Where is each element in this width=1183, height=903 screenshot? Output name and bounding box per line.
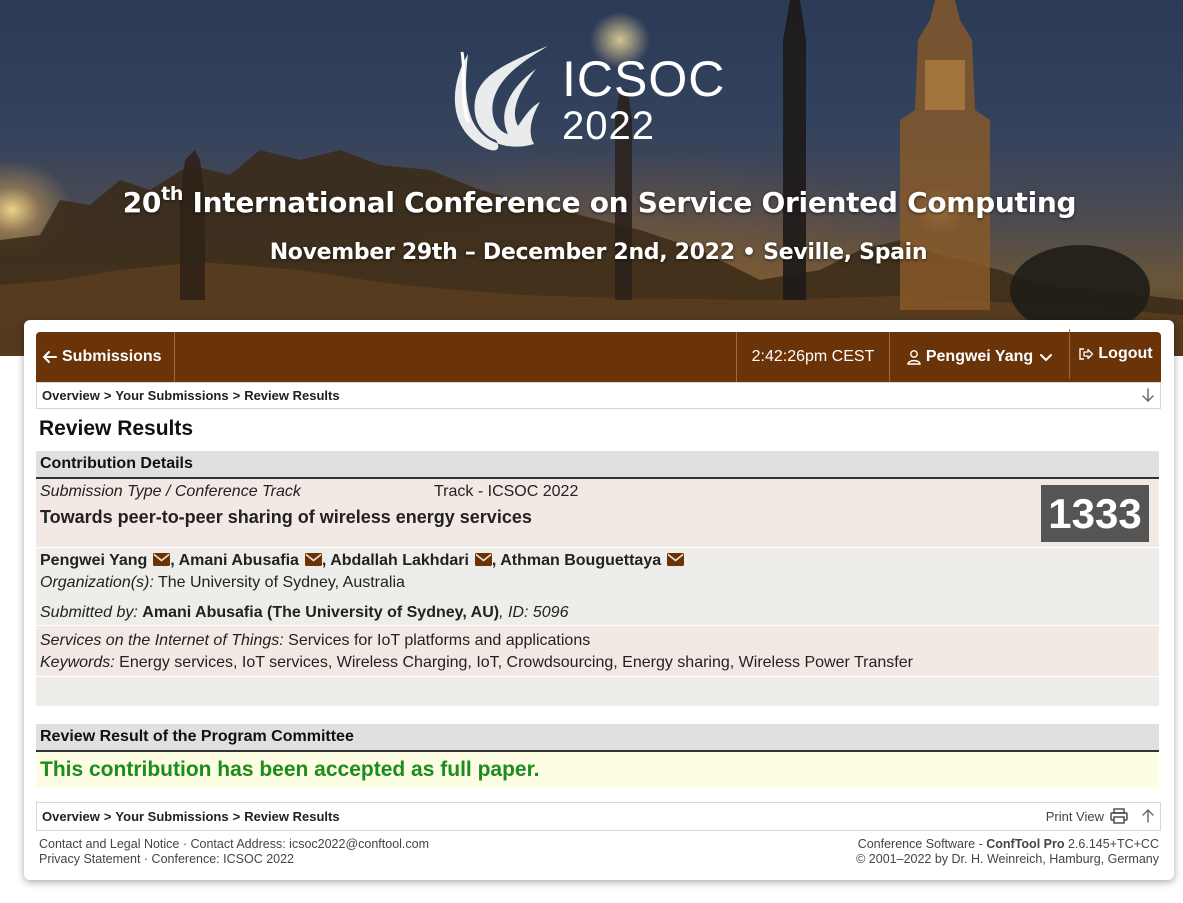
software-line: Conference Software - ConfTool Pro 2.6.1… [856, 837, 1159, 852]
topic-line: Services on the Internet of Things: Serv… [40, 632, 590, 650]
software-link[interactable]: ConfTool Pro [986, 837, 1064, 851]
conference-date-location: November 29th – December 2nd, 2022 • Sev… [269, 240, 928, 265]
arrow-left-icon [43, 351, 57, 363]
arrow-down-icon [1142, 388, 1154, 402]
contact-legal-link[interactable]: Contact and Legal Notice [39, 837, 179, 851]
contribution-details-header: Contribution Details [36, 451, 1159, 479]
footer-right: Conference Software - ConfTool Pro 2.6.1… [856, 837, 1159, 867]
topic-row: Services on the Internet of Things: Serv… [36, 626, 1159, 677]
submitter-id: , ID: 5096 [499, 604, 569, 621]
conference-title: 20th International Conference on Service… [0, 183, 1183, 219]
submission-type-value: Track - ICSOC 2022 [434, 483, 579, 500]
author-name: Pengwei Yang [40, 552, 148, 569]
topic-value: Services for IoT platforms and applicati… [288, 632, 591, 649]
email-icon[interactable] [667, 553, 685, 566]
chevron-down-icon [1040, 354, 1053, 362]
print-view-link[interactable]: Print View [1046, 808, 1156, 824]
author-name: Athman Bouguettaya [500, 552, 662, 569]
submissions-back-label: Submissions [62, 348, 162, 365]
email-icon[interactable] [304, 553, 322, 566]
feather-logo-icon [454, 46, 548, 151]
paper-id-badge: 1333 [1041, 485, 1149, 542]
organization-line: Organization(s): The University of Sydne… [40, 574, 405, 592]
logout-icon [1079, 348, 1094, 360]
breadcrumb-current: Review Results [244, 809, 340, 824]
print-view-label: Print View [1045, 808, 1104, 824]
breadcrumb-current: Review Results [244, 388, 340, 403]
breadcrumb-your-submissions[interactable]: Your Submissions [115, 809, 228, 824]
acceptance-message: This contribution has been accepted as f… [36, 752, 1159, 788]
privacy-statement-link[interactable]: Privacy Statement [39, 852, 140, 866]
submissions-back-button[interactable]: Submissions [36, 332, 175, 382]
submitted-by-label: Submitted by: [40, 604, 138, 621]
copyright: © 2001–2022 by Dr. H. Weinreich, Hamburg… [856, 852, 1159, 866]
author-name: Abdallah Lakhdari [330, 552, 469, 569]
conference-banner: ICSOC 2022 20th International Conference… [0, 0, 1183, 356]
breadcrumb-overview[interactable]: Overview [42, 388, 100, 403]
top-navbar: Submissions 2:42:26pm CEST Pengwei Yang … [36, 329, 1161, 382]
breadcrumb-separator: > [232, 388, 241, 403]
keywords-line: Keywords: Energy services, IoT services,… [40, 654, 913, 672]
logout-button[interactable]: Logout [1069, 329, 1161, 379]
scroll-down-button[interactable] [1140, 387, 1156, 403]
paper-title: Towards peer-to-peer sharing of wireless… [40, 507, 532, 527]
user-name: Pengwei Yang [925, 348, 1034, 365]
submission-type-label: Submission Type / Conference Track [40, 483, 301, 500]
review-result-header: Review Result of the Program Committee [36, 724, 1159, 752]
title-ordinal: 20 [122, 186, 162, 219]
software-version: 2.6.145+TC+CC [1067, 837, 1159, 851]
title-row: Submission Type / Conference Track Track… [36, 479, 1159, 548]
server-clock: 2:42:26pm CEST [736, 332, 889, 382]
software-label: Conference Software - [857, 837, 983, 851]
logo-year: 2022 [562, 104, 655, 148]
author-list: Pengwei Yang, Amani Abusafia, Abdallah L… [40, 552, 685, 570]
submitted-by-value: Amani Abusafia (The University of Sydney… [142, 604, 500, 621]
breadcrumb-separator: > [103, 388, 112, 403]
breadcrumb: Overview > Your Submissions > Review Res… [36, 382, 1161, 409]
email-icon[interactable] [474, 553, 492, 566]
breadcrumb-your-submissions[interactable]: Your Submissions [115, 388, 228, 403]
footer-line-2: Privacy Statement · Conference: ICSOC 20… [39, 852, 295, 866]
page-title: Review Results [39, 417, 194, 440]
submitted-by-line: Submitted by: Amani Abusafia (The Univer… [40, 604, 568, 622]
breadcrumb-separator: > [232, 809, 241, 824]
breadcrumb-separator: > [103, 809, 112, 824]
title-text: International Conference on Service Orie… [183, 186, 1077, 219]
arrow-up-icon[interactable] [1140, 808, 1156, 824]
footer-line-1: Contact and Legal Notice · Contact Addre… [39, 837, 430, 851]
breadcrumb-bottom: Overview > Your Submissions > Review Res… [36, 802, 1161, 831]
contribution-details: Submission Type / Conference Track Track… [36, 479, 1159, 706]
topic-label: Services on the Internet of Things: [40, 632, 284, 649]
user-menu-button[interactable]: Pengwei Yang [889, 332, 1069, 382]
title-ordinal-suffix: th [161, 183, 184, 205]
author-name: Amani Abusafia [178, 552, 299, 569]
main-card: Submissions 2:42:26pm CEST Pengwei Yang … [24, 320, 1174, 880]
authors-row: Pengwei Yang, Amani Abusafia, Abdallah L… [36, 548, 1159, 626]
keywords-label: Keywords: [40, 654, 115, 671]
organization-label: Organization(s): [40, 574, 154, 591]
contact-address-label: Contact Address: [190, 837, 286, 851]
contact-address-link[interactable]: icsoc2022@conftool.com [289, 837, 429, 851]
conference-name: ICSOC 2022 [223, 852, 295, 866]
printer-icon [1110, 808, 1128, 824]
email-icon[interactable] [153, 553, 171, 566]
keywords-value: Energy services, IoT services, Wireless … [119, 654, 913, 671]
icsoc-logo: ICSOC 2022 [448, 44, 748, 156]
conference-label: Conference: [151, 852, 220, 866]
user-icon [907, 350, 921, 365]
breadcrumb-overview[interactable]: Overview [42, 809, 100, 824]
organization-value: The University of Sydney, Australia [157, 574, 405, 591]
footer-left: Contact and Legal Notice · Contact Addre… [39, 837, 429, 867]
logo-wordmark: ICSOC [562, 51, 726, 107]
logout-label: Logout [1098, 345, 1153, 362]
